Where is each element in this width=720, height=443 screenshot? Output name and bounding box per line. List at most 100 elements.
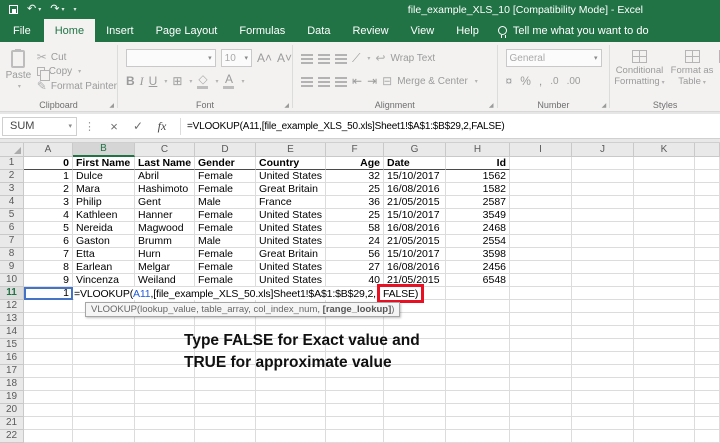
row-header-9[interactable]: 9 (0, 261, 24, 274)
grid-cell[interactable] (695, 365, 720, 378)
grid-cell[interactable] (695, 300, 720, 313)
row-header-21[interactable]: 21 (0, 417, 24, 430)
grid-cell[interactable] (572, 157, 634, 170)
grid-cell[interactable]: Great Britain (256, 248, 326, 261)
grid-cell[interactable] (695, 417, 720, 430)
grid-cell[interactable]: Female (195, 274, 256, 287)
grid-cell[interactable] (634, 170, 695, 183)
grid-cell[interactable] (135, 378, 195, 391)
grid-cell[interactable]: France (256, 196, 326, 209)
grid-cell[interactable]: 56 (326, 248, 384, 261)
column-header-H[interactable]: H (446, 143, 510, 157)
grid-cell[interactable]: Female (195, 183, 256, 196)
fill-color-button[interactable]: ◇ (197, 73, 208, 89)
row-header-4[interactable]: 4 (0, 196, 24, 209)
row-header-20[interactable]: 20 (0, 404, 24, 417)
grid-cell[interactable] (24, 417, 73, 430)
grid-cell[interactable]: 4 (24, 209, 73, 222)
select-all-corner[interactable] (0, 143, 24, 157)
grid-cell[interactable] (510, 417, 572, 430)
grid-cell[interactable] (510, 391, 572, 404)
grid-cell[interactable] (572, 417, 634, 430)
grid-cell[interactable] (510, 404, 572, 417)
grid-cell[interactable] (446, 378, 510, 391)
grid-cell[interactable] (510, 274, 572, 287)
grid-cell[interactable] (572, 183, 634, 196)
cancel-button[interactable]: × (102, 119, 126, 134)
grid-cell[interactable] (384, 404, 446, 417)
grid-cell[interactable] (695, 248, 720, 261)
underline-button[interactable]: U (149, 74, 158, 88)
grid-cell[interactable] (510, 222, 572, 235)
grid-cell[interactable]: Country (256, 157, 326, 170)
grid-cell[interactable]: Female (195, 222, 256, 235)
grid-cell[interactable] (446, 287, 510, 300)
grid-cell[interactable] (326, 430, 384, 443)
grid-cell[interactable] (195, 378, 256, 391)
grid-cell[interactable] (510, 352, 572, 365)
decrease-indent-button[interactable]: ⇤ (352, 74, 362, 88)
grid-cell[interactable]: 3549 (446, 209, 510, 222)
grid-cell[interactable] (572, 287, 634, 300)
grid-cell[interactable] (256, 391, 326, 404)
clipboard-dialog-launcher-icon[interactable]: ◢ (109, 102, 114, 109)
column-header-B[interactable]: B (73, 143, 135, 157)
grid-cell[interactable] (695, 222, 720, 235)
grid-cell[interactable] (510, 430, 572, 443)
grid-cell[interactable]: 16/08/2016 (384, 261, 446, 274)
grid-cell[interactable] (634, 326, 695, 339)
grid-cell[interactable] (326, 404, 384, 417)
grid-cell[interactable] (572, 261, 634, 274)
tab-review[interactable]: Review (341, 19, 399, 42)
undo-button[interactable]: ↶▾ (27, 4, 41, 15)
grid-cell[interactable] (73, 430, 135, 443)
number-format-select[interactable]: General▾ (506, 49, 602, 67)
grid-cell[interactable]: Gaston (73, 235, 135, 248)
row-header-2[interactable]: 2 (0, 170, 24, 183)
grid-cell[interactable] (572, 248, 634, 261)
grid-cell[interactable] (695, 157, 720, 170)
grid-cell[interactable]: Weiland (135, 274, 195, 287)
grid-cell[interactable] (634, 274, 695, 287)
grid-cell[interactable] (634, 365, 695, 378)
grid-cell[interactable] (24, 404, 73, 417)
column-header-E[interactable]: E (256, 143, 326, 157)
grid-cell[interactable] (634, 157, 695, 170)
grid-cell[interactable] (634, 209, 695, 222)
grid-cell[interactable]: 15/10/2017 (384, 248, 446, 261)
grid-cell[interactable]: Brumm (135, 235, 195, 248)
row-header-15[interactable]: 15 (0, 339, 24, 352)
grid-cell[interactable]: 24 (326, 235, 384, 248)
grid-cell[interactable]: 8 (24, 261, 73, 274)
grid-cell[interactable]: Gender (195, 157, 256, 170)
grid-cell[interactable] (695, 261, 720, 274)
grid-cell[interactable] (24, 378, 73, 391)
grid-cell[interactable]: 16/08/2016 (384, 183, 446, 196)
grid-cell[interactable] (195, 417, 256, 430)
grid-cell[interactable] (695, 235, 720, 248)
accounting-format-button[interactable]: ¤ (506, 74, 513, 88)
grid-cell[interactable] (135, 391, 195, 404)
grid-cell[interactable]: 25 (326, 183, 384, 196)
grid-cell[interactable]: 21/05/2015 (384, 235, 446, 248)
name-box[interactable]: SUM ▾ (2, 117, 77, 136)
grid-cell[interactable]: Earlean (73, 261, 135, 274)
grid-cell[interactable] (634, 183, 695, 196)
grid-cell[interactable] (384, 378, 446, 391)
grid-cell[interactable] (695, 170, 720, 183)
row-header-1[interactable]: 1 (0, 157, 24, 170)
tab-view[interactable]: View (400, 19, 446, 42)
grid-cell[interactable]: Nereida (73, 222, 135, 235)
grid-cell[interactable] (24, 352, 73, 365)
grid-cell[interactable]: Female (195, 261, 256, 274)
middle-align-button[interactable] (318, 53, 330, 63)
grid-cell[interactable] (634, 287, 695, 300)
grid-cell[interactable]: Abril (135, 170, 195, 183)
grid-cell[interactable]: United States (256, 261, 326, 274)
copy-button[interactable]: Copy▾ (37, 66, 117, 77)
grid-cell[interactable]: Hanner (135, 209, 195, 222)
align-left-button[interactable] (301, 76, 313, 86)
grid-cell[interactable] (256, 404, 326, 417)
grid-cell[interactable] (510, 378, 572, 391)
top-align-button[interactable] (301, 53, 313, 63)
